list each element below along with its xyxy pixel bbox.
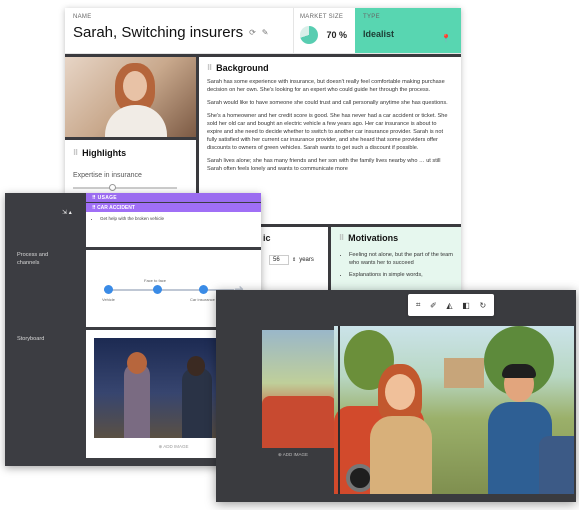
crop-icon[interactable]: ⌗ [416, 300, 421, 310]
market-size-value: 70 % [326, 30, 347, 40]
market-size-label: MARKET SIZE [300, 14, 344, 20]
refresh-icon[interactable]: ⟳ [249, 28, 256, 37]
collapse-controls[interactable]: ⇲ ▴ [62, 209, 72, 216]
background-paragraph: Sarah has some experience with insurance… [207, 79, 445, 93]
align-icon[interactable]: ◧ [462, 301, 470, 310]
drag-handle-icon[interactable]: ⠿ [73, 149, 78, 157]
add-image-label: ADD IMAGE [163, 444, 189, 449]
motivation-item: Feeling not alone, but the part of the t… [349, 251, 453, 267]
sidebar-label-storyboard: Storyboard [17, 336, 45, 342]
add-image-button[interactable]: ⊕ ADD IMAGE [278, 452, 308, 458]
type-label: TYPE [363, 14, 380, 20]
name-field[interactable]: NAME Sarah, Switching insurers ⟳ ✎ [65, 8, 293, 53]
eraser-icon[interactable]: ✐ [430, 301, 437, 310]
background-title: Background [216, 63, 269, 73]
expertise-slider[interactable] [73, 184, 177, 191]
add-image-label: ADD IMAGE [282, 452, 309, 457]
market-size-field[interactable]: MARKET SIZE 70 % [293, 8, 355, 53]
background-paragraph: Sarah lives alone; she has many friends … [207, 158, 441, 172]
usage-header: ⠿ USAGE [86, 193, 261, 202]
motivations-title: Motivations [348, 233, 399, 243]
person-node-icon[interactable] [153, 285, 162, 294]
storyboard-sidebar: ⇲ ▴ Process and channels Storyboard [5, 193, 83, 466]
edit-icon[interactable]: ✎ [262, 28, 269, 37]
task-list: Get help with the broken vehicle [86, 212, 261, 247]
node-label-vehicle: Vehicle [102, 297, 115, 302]
slider-knob[interactable] [109, 184, 117, 191]
type-field[interactable]: TYPE Idealist 📍 [355, 8, 461, 53]
previous-frame-image[interactable] [262, 330, 336, 448]
pin-icon[interactable]: 📍 [441, 34, 451, 43]
frame-divider [338, 326, 340, 494]
scenario-header[interactable]: ⠿ CAR ACCIDENT [86, 203, 261, 212]
node-label-insurance: Car insurance [190, 297, 215, 302]
node-label-face: Face to face [144, 278, 167, 283]
highlight-item-label: Expertise in insurance [73, 172, 142, 179]
car-node-icon[interactable] [199, 285, 208, 294]
drag-handle-icon[interactable]: ⠿ [339, 234, 344, 242]
background-paragraph: She's a homeowner and her credit score i… [207, 113, 448, 151]
motivation-item: Explanations in simple words, [349, 271, 453, 279]
background-paragraph: Sarah would like to have someone she cou… [207, 100, 448, 106]
age-input[interactable]: 56 [269, 255, 289, 265]
image-editor-card: ⌗ ✐ ◭ ◧ ↻ ⊕ ADD IMAGE [216, 290, 576, 502]
image-toolbar: ⌗ ✐ ◭ ◧ ↻ [408, 294, 494, 316]
persona-name[interactable]: Sarah, Switching insurers [73, 24, 243, 41]
stepper-icon[interactable]: ⇕ [292, 257, 296, 263]
age-unit: years [299, 257, 314, 263]
task-item: Get help with the broken vehicle [100, 216, 253, 221]
rotate-icon[interactable]: ↻ [479, 301, 486, 310]
market-pie-chart [300, 26, 318, 44]
sidebar-label-process: Process and channels [17, 252, 49, 266]
flow-line [104, 289, 234, 291]
persona-photo[interactable] [65, 57, 196, 137]
age-field[interactable]: 56 ⇕ years [269, 255, 314, 265]
drag-handle-icon[interactable]: ⠿ [207, 64, 212, 72]
persona-header: NAME Sarah, Switching insurers ⟳ ✎ MARKE… [65, 8, 461, 54]
usage-label: USAGE [97, 195, 117, 201]
selected-frame-image[interactable] [334, 326, 574, 494]
name-label: NAME [73, 14, 92, 20]
type-value[interactable]: Idealist [363, 29, 453, 39]
highlights-title: Highlights [82, 148, 127, 158]
flip-icon[interactable]: ◭ [446, 301, 452, 310]
scenario-label[interactable]: CAR ACCIDENT [97, 205, 135, 211]
vehicle-node-icon[interactable] [104, 285, 113, 294]
